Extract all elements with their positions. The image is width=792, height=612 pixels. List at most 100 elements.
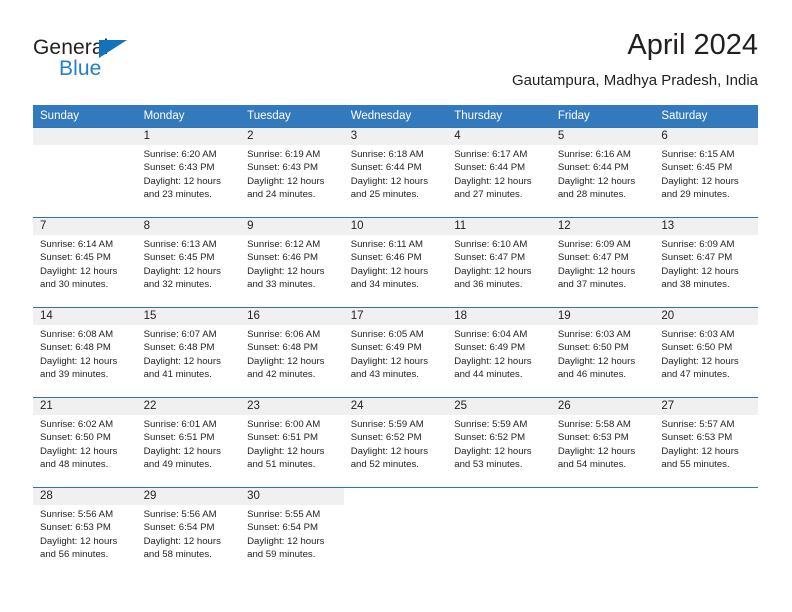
calendar-week-row: 21 Sunrise: 6:02 AM Sunset: 6:50 PM Dayligh… [33, 397, 758, 488]
sunrise-time: Sunrise: 5:59 AM [454, 419, 528, 430]
weekday-header-thursday: Thursday [447, 105, 551, 128]
calendar-day-cell[interactable]: 22 Sunrise: 6:01 AM Sunset: 6:51 PM Dayligh… [136, 397, 241, 488]
calendar-week-row: 28 Sunrise: 5:56 AM Sunset: 6:53 PM Dayligh… [33, 487, 758, 577]
sunset-time: Sunset: 6:47 PM [454, 252, 526, 264]
calendar-day-cell[interactable]: 6 Sunrise: 6:15 AM Sunset: 6:45 PM Daylight… [654, 127, 758, 218]
sun-times-detail: Sunrise: 5:59 AM Sunset: 6:52 PM Daylight:… [447, 415, 551, 471]
daylight-duration-line2: and 51 minutes. [247, 458, 316, 470]
sunset-time: Sunset: 6:43 PM [143, 162, 215, 174]
sunrise-time: Sunrise: 6:18 AM [350, 149, 424, 160]
calendar-day-cell[interactable]: 2 Sunrise: 6:19 AM Sunset: 6:43 PM Daylight… [240, 127, 344, 218]
daylight-duration-line1: Daylight: 12 hours [661, 175, 739, 187]
calendar-day-cell[interactable]: 28 Sunrise: 5:56 AM Sunset: 6:53 PM Dayligh… [33, 487, 137, 577]
calendar-day-cell[interactable]: 11 Sunrise: 6:10 AM Sunset: 6:47 PM Dayligh… [447, 217, 551, 308]
day-number [33, 128, 137, 145]
calendar-day-cell[interactable]: 26 Sunrise: 5:58 AM Sunset: 6:53 PM Dayligh… [550, 397, 655, 488]
calendar-day-cell[interactable]: 10 Sunrise: 6:11 AM Sunset: 6:46 PM Dayligh… [343, 217, 448, 308]
day-number: 5 [550, 128, 655, 145]
day-cell-inner: 10 Sunrise: 6:11 AM Sunset: 6:46 PM Dayligh… [343, 218, 448, 307]
day-number: 22 [136, 398, 241, 415]
calendar-week-row: 7 Sunrise: 6:14 AM Sunset: 6:45 PM Daylight… [33, 217, 758, 308]
daylight-duration-line2: and 54 minutes. [557, 458, 627, 470]
calendar-day-cell[interactable]: 5 Sunrise: 6:16 AM Sunset: 6:44 PM Daylight… [550, 127, 655, 218]
day-number: 23 [240, 398, 344, 415]
daylight-duration-line1: Daylight: 12 hours [247, 175, 325, 187]
calendar-empty-cell [447, 487, 551, 577]
calendar-day-cell[interactable]: 19 Sunrise: 6:03 AM Sunset: 6:50 PM Dayligh… [550, 307, 655, 398]
calendar-day-cell[interactable]: 23 Sunrise: 6:00 AM Sunset: 6:51 PM Dayligh… [240, 397, 344, 488]
day-cell-inner: 28 Sunrise: 5:56 AM Sunset: 6:53 PM Dayligh… [33, 488, 137, 577]
page-title: April 2024 [627, 29, 758, 61]
sunset-time: Sunset: 6:46 PM [350, 252, 422, 264]
daylight-duration-line1: Daylight: 12 hours [454, 175, 532, 187]
sunset-time: Sunset: 6:47 PM [661, 252, 733, 264]
page-header: General Blue April 2024 Gautampura, Madh… [33, 28, 758, 98]
daylight-duration-line2: and 43 minutes. [350, 368, 419, 380]
weekday-header-wednesday: Wednesday [343, 105, 448, 128]
sun-times-detail: Sunrise: 6:02 AM Sunset: 6:50 PM Daylight:… [33, 415, 137, 471]
sunrise-time: Sunrise: 5:55 AM [247, 509, 321, 520]
sunrise-time: Sunrise: 5:57 AM [661, 419, 735, 430]
day-cell-inner: 30 Sunrise: 5:55 AM Sunset: 6:54 PM Dayligh… [240, 488, 344, 577]
calendar-day-cell[interactable]: 21 Sunrise: 6:02 AM Sunset: 6:50 PM Dayligh… [33, 397, 137, 488]
weekday-header-monday: Monday [136, 105, 241, 128]
calendar-day-cell[interactable]: 29 Sunrise: 5:56 AM Sunset: 6:54 PM Dayligh… [136, 487, 241, 577]
sun-times-detail: Sunrise: 6:00 AM Sunset: 6:51 PM Daylight:… [240, 415, 344, 471]
daylight-duration-line2: and 28 minutes. [557, 188, 627, 200]
daylight-duration-line1: Daylight: 12 hours [143, 355, 221, 367]
location-subtitle: Gautampura, Madhya Pradesh, India [512, 72, 758, 89]
general-blue-logo[interactable]: General Blue [33, 36, 193, 88]
calendar-day-cell[interactable]: 1 Sunrise: 6:20 AM Sunset: 6:43 PM Daylight… [136, 127, 241, 218]
calendar-day-cell[interactable]: 25 Sunrise: 5:59 AM Sunset: 6:52 PM Dayligh… [447, 397, 551, 488]
daylight-duration-line2: and 59 minutes. [247, 548, 316, 560]
day-cell-inner [654, 488, 758, 577]
calendar-day-cell[interactable]: 9 Sunrise: 6:12 AM Sunset: 6:46 PM Daylight… [240, 217, 344, 308]
logo-text-blue: Blue [59, 57, 102, 80]
calendar-day-cell[interactable]: 20 Sunrise: 6:03 AM Sunset: 6:50 PM Dayligh… [654, 307, 758, 398]
sun-times-detail: Sunrise: 6:20 AM Sunset: 6:43 PM Daylight:… [137, 145, 241, 201]
weekday-header-saturday: Saturday [654, 105, 758, 128]
sun-times-detail: Sunrise: 5:59 AM Sunset: 6:52 PM Daylight:… [344, 415, 448, 471]
day-cell-inner: 16 Sunrise: 6:06 AM Sunset: 6:48 PM Dayligh… [240, 308, 344, 397]
sun-times-detail: Sunrise: 6:06 AM Sunset: 6:48 PM Daylight:… [240, 325, 344, 381]
calendar-day-cell[interactable]: 16 Sunrise: 6:06 AM Sunset: 6:48 PM Dayligh… [240, 307, 344, 398]
calendar-day-cell[interactable]: 14 Sunrise: 6:08 AM Sunset: 6:48 PM Dayligh… [33, 307, 137, 398]
sunrise-time: Sunrise: 6:03 AM [661, 329, 735, 340]
calendar-day-cell[interactable]: 7 Sunrise: 6:14 AM Sunset: 6:45 PM Daylight… [33, 217, 137, 308]
sun-times-detail: Sunrise: 6:13 AM Sunset: 6:45 PM Daylight:… [137, 235, 241, 291]
calendar-day-cell[interactable]: 15 Sunrise: 6:07 AM Sunset: 6:48 PM Dayligh… [136, 307, 241, 398]
sunrise-time: Sunrise: 6:03 AM [557, 329, 631, 340]
daylight-duration-line2: and 39 minutes. [40, 368, 109, 380]
sun-times-detail: Sunrise: 6:11 AM Sunset: 6:46 PM Daylight:… [344, 235, 448, 291]
calendar-day-cell[interactable]: 17 Sunrise: 6:05 AM Sunset: 6:49 PM Dayligh… [343, 307, 448, 398]
sunset-time: Sunset: 6:54 PM [247, 522, 319, 534]
day-cell-inner: 19 Sunrise: 6:03 AM Sunset: 6:50 PM Dayligh… [550, 308, 655, 397]
calendar-day-cell[interactable]: 13 Sunrise: 6:09 AM Sunset: 6:47 PM Dayligh… [654, 217, 758, 308]
sunrise-time: Sunrise: 6:16 AM [557, 149, 631, 160]
sun-times-detail: Sunrise: 6:14 AM Sunset: 6:45 PM Daylight:… [33, 235, 137, 291]
daylight-duration-line2: and 27 minutes. [454, 188, 523, 200]
daylight-duration-line1: Daylight: 12 hours [661, 265, 739, 277]
sunrise-time: Sunrise: 6:11 AM [350, 239, 424, 250]
calendar-day-cell[interactable]: 12 Sunrise: 6:09 AM Sunset: 6:47 PM Dayligh… [550, 217, 655, 308]
sunset-time: Sunset: 6:43 PM [247, 162, 319, 174]
calendar-day-cell[interactable]: 30 Sunrise: 5:55 AM Sunset: 6:54 PM Dayligh… [240, 487, 344, 577]
daylight-duration-line2: and 44 minutes. [454, 368, 523, 380]
day-number: 26 [550, 398, 655, 415]
sunset-time: Sunset: 6:47 PM [557, 252, 629, 264]
day-cell-inner: 24 Sunrise: 5:59 AM Sunset: 6:52 PM Dayligh… [343, 398, 448, 487]
day-number: 13 [654, 218, 758, 235]
daylight-duration-line2: and 41 minutes. [143, 368, 212, 380]
sun-times-detail: Sunrise: 6:12 AM Sunset: 6:46 PM Daylight:… [240, 235, 344, 291]
calendar-day-cell[interactable]: 18 Sunrise: 6:04 AM Sunset: 6:49 PM Dayligh… [447, 307, 551, 398]
day-number: 28 [33, 488, 137, 505]
calendar-day-cell[interactable]: 8 Sunrise: 6:13 AM Sunset: 6:45 PM Daylight… [136, 217, 241, 308]
calendar-day-cell[interactable]: 3 Sunrise: 6:18 AM Sunset: 6:44 PM Daylight… [343, 127, 448, 218]
sunset-time: Sunset: 6:45 PM [143, 252, 215, 264]
calendar-day-cell[interactable]: 4 Sunrise: 6:17 AM Sunset: 6:44 PM Daylight… [447, 127, 551, 218]
calendar-day-cell[interactable]: 24 Sunrise: 5:59 AM Sunset: 6:52 PM Dayligh… [343, 397, 448, 488]
day-cell-inner: 21 Sunrise: 6:02 AM Sunset: 6:50 PM Dayligh… [33, 398, 137, 487]
day-cell-inner [344, 488, 448, 577]
calendar-day-cell[interactable]: 27 Sunrise: 5:57 AM Sunset: 6:53 PM Dayligh… [654, 397, 758, 488]
day-number: 9 [240, 218, 344, 235]
